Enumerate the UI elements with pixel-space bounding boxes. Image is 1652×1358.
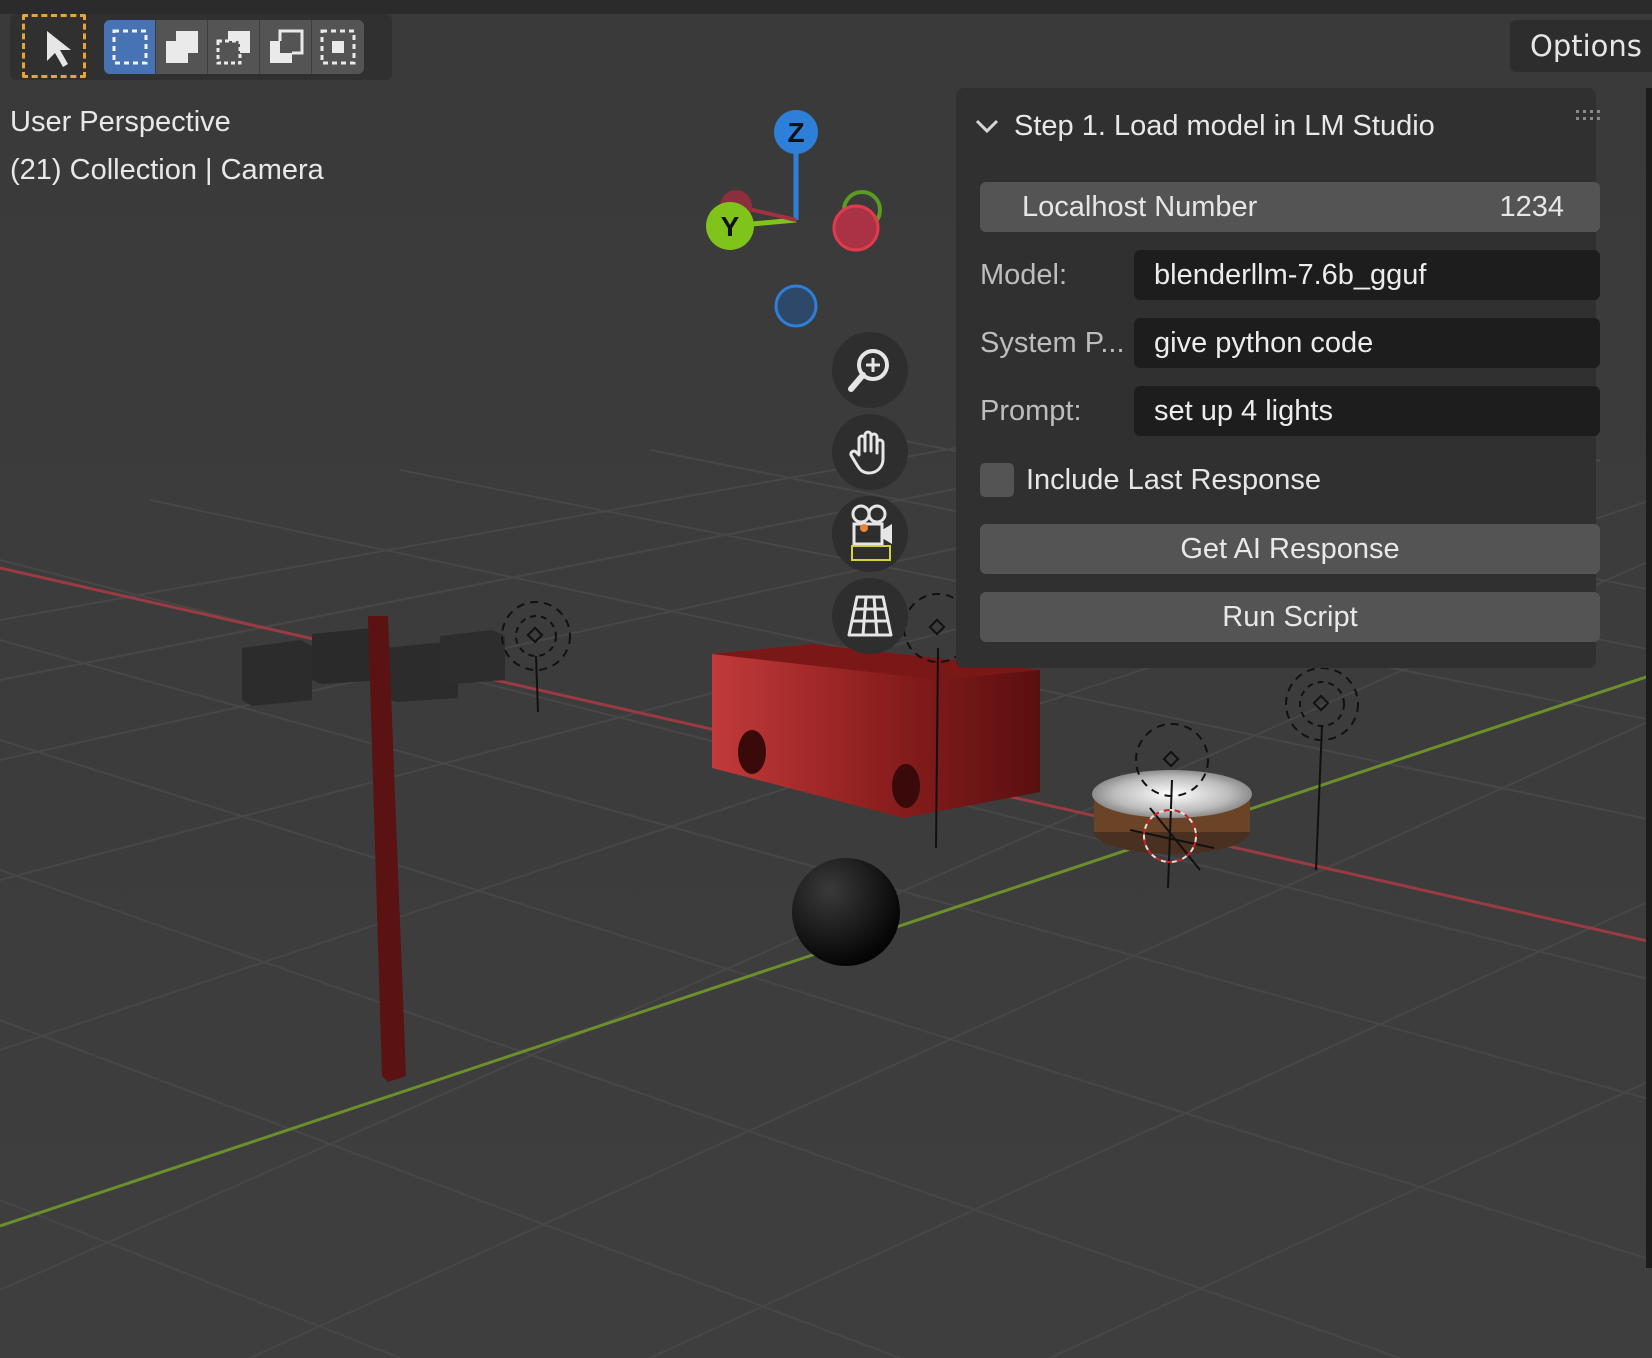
drag-handle-icon[interactable] (1576, 110, 1604, 124)
pan-button[interactable] (832, 414, 908, 490)
gizmo-y-label: Y (721, 211, 740, 242)
gizmo-z-label: Z (787, 117, 804, 148)
include-last-response-row[interactable]: Include Last Response (980, 460, 1321, 500)
gizmo-x (832, 204, 880, 252)
localhost-label: Localhost Number (1022, 190, 1258, 223)
camera-view-button[interactable] (832, 496, 908, 572)
model-row: Model: blenderllm-7.6b_gguf (980, 250, 1600, 300)
viewport-collection-label: (21) Collection | Camera (10, 154, 324, 186)
panel-title: Step 1. Load model in LM Studio (1014, 109, 1435, 142)
include-last-response-checkbox[interactable] (980, 463, 1014, 497)
zoom-button[interactable] (832, 332, 908, 408)
sidebar-edge (1646, 88, 1652, 1268)
gizmo-neg-z (774, 284, 818, 328)
prompt-row: Prompt: set up 4 lights (980, 386, 1600, 436)
options-button[interactable]: Options (1510, 20, 1652, 72)
camera-view-icon (851, 504, 892, 561)
system-prompt-input[interactable]: give python code (1134, 318, 1600, 368)
model-label: Model: (980, 258, 1068, 291)
model-input[interactable]: blenderllm-7.6b_gguf (1134, 250, 1600, 300)
select-subtract-icon (216, 31, 250, 65)
select-new-icon (112, 29, 147, 65)
localhost-number-field[interactable]: Localhost Number 1234 (980, 182, 1600, 232)
select-extend-icon (165, 31, 198, 63)
system-prompt-label: System P... (980, 326, 1125, 359)
selection-mode-group (104, 20, 364, 74)
panel-header[interactable]: Step 1. Load model in LM Studio (974, 104, 1435, 148)
3d-viewport[interactable]: Z Y Options User Perspective (21) Collec… (0, 0, 1652, 1358)
chevron-down-icon (975, 119, 999, 134)
zoom-icon (848, 349, 889, 392)
prompt-label: Prompt: (980, 394, 1082, 427)
select-intersect-icon (320, 29, 356, 65)
black-sphere (792, 858, 900, 966)
system-prompt-row: System P... give python code (980, 318, 1600, 368)
select-invert-button[interactable] (260, 20, 312, 74)
select-extend-button[interactable] (156, 20, 208, 74)
localhost-value: 1234 (1499, 190, 1564, 223)
cursor-arrow-icon (47, 31, 71, 67)
select-new-button[interactable] (104, 20, 156, 74)
select-invert-icon (269, 29, 303, 63)
grid-ortho-icon (847, 595, 893, 637)
hand-pan-icon (849, 430, 885, 475)
select-tool-button[interactable] (22, 14, 86, 78)
include-last-response-label: Include Last Response (1026, 463, 1322, 496)
prompt-input[interactable]: set up 4 lights (1134, 386, 1600, 436)
get-ai-response-button[interactable]: Get AI Response (980, 524, 1600, 574)
lm-studio-panel: Step 1. Load model in LM Studio Localhos… (956, 88, 1600, 668)
top-header-strip (0, 0, 1652, 14)
perspective-toggle-button[interactable] (832, 578, 908, 654)
select-intersect-button[interactable] (312, 20, 364, 74)
select-subtract-button[interactable] (208, 20, 260, 74)
run-script-button[interactable]: Run Script (980, 592, 1600, 642)
viewport-perspective-label: User Perspective (10, 106, 231, 138)
